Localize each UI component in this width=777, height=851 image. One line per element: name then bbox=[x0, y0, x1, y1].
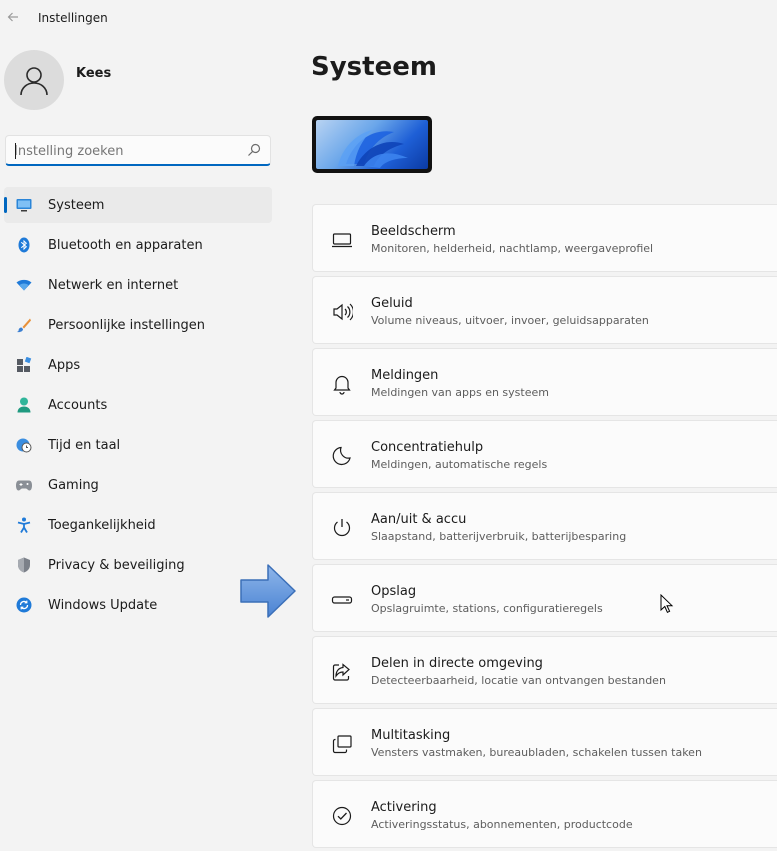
sidebar-nav: Systeem Bluetooth en apparaten Netwerk e… bbox=[4, 187, 272, 627]
sidebar-item-apps[interactable]: Apps bbox=[4, 347, 272, 383]
card-beeldscherm[interactable]: Beeldscherm Monitoren, helderheid, nacht… bbox=[312, 204, 777, 272]
sidebar-item-label: Systeem bbox=[48, 198, 105, 213]
bell-icon bbox=[333, 375, 351, 395]
sidebar-item-windows-update[interactable]: Windows Update bbox=[4, 587, 272, 623]
sidebar-item-label: Privacy & beveiliging bbox=[48, 558, 185, 573]
moon-icon bbox=[332, 446, 351, 466]
card-title: Meldingen bbox=[371, 368, 439, 383]
sidebar-item-label: Gaming bbox=[48, 478, 99, 493]
settings-window: Instellingen Kees Systeem Bluetooth en a… bbox=[0, 0, 777, 851]
card-subtitle: Vensters vastmaken, bureaubladen, schake… bbox=[371, 746, 702, 759]
text-caret bbox=[15, 143, 16, 159]
card-title: Concentratiehulp bbox=[371, 440, 484, 455]
sidebar-item-label: Persoonlijke instellingen bbox=[48, 318, 205, 333]
back-button[interactable] bbox=[4, 8, 22, 26]
settings-card-list: Beeldscherm Monitoren, helderheid, nacht… bbox=[312, 204, 777, 851]
card-subtitle: Meldingen van apps en systeem bbox=[371, 386, 549, 399]
user-profile[interactable]: Kees bbox=[4, 50, 274, 110]
search-input[interactable] bbox=[14, 141, 240, 161]
card-geluid[interactable]: Geluid Volume niveaus, uitvoer, invoer, … bbox=[312, 276, 777, 344]
pointer-arrow-icon bbox=[240, 564, 296, 618]
card-subtitle: Activeringsstatus, abonnementen, product… bbox=[371, 818, 633, 831]
display-icon bbox=[332, 233, 352, 248]
card-subtitle: Detecteerbaarheid, locatie van ontvangen… bbox=[371, 674, 666, 687]
share-icon bbox=[332, 663, 350, 681]
card-title: Activering bbox=[371, 800, 437, 815]
gamepad-icon bbox=[16, 477, 32, 493]
card-subtitle: Opslagruimte, stations, configuratierege… bbox=[371, 602, 603, 615]
avatar bbox=[4, 50, 64, 110]
power-icon bbox=[333, 519, 351, 537]
sidebar-item-label: Netwerk en internet bbox=[48, 278, 179, 293]
monitor-icon bbox=[16, 197, 32, 213]
card-subtitle: Volume niveaus, uitvoer, invoer, geluids… bbox=[371, 314, 649, 327]
sidebar-item-privacy[interactable]: Privacy & beveiliging bbox=[4, 547, 272, 583]
sidebar-item-label: Tijd en taal bbox=[48, 438, 121, 453]
accessibility-icon bbox=[16, 517, 32, 533]
card-opslag[interactable]: Opslag Opslagruimte, stations, configura… bbox=[312, 564, 777, 632]
sidebar-item-bluetooth[interactable]: Bluetooth en apparaten bbox=[4, 227, 272, 263]
card-delen-directe-omgeving[interactable]: Delen in directe omgeving Detecteerbaarh… bbox=[312, 636, 777, 704]
sidebar-item-label: Windows Update bbox=[48, 598, 158, 613]
person-icon bbox=[16, 397, 32, 413]
sidebar-item-persoonlijk[interactable]: Persoonlijke instellingen bbox=[4, 307, 272, 343]
card-multitasking[interactable]: Multitasking Vensters vastmaken, bureaub… bbox=[312, 708, 777, 776]
multitask-icon bbox=[332, 735, 352, 754]
person-placeholder-icon bbox=[20, 67, 48, 96]
card-title: Beeldscherm bbox=[371, 224, 456, 239]
mouse-cursor-icon bbox=[660, 594, 674, 613]
check-circle-icon bbox=[332, 806, 352, 826]
sidebar-item-label: Apps bbox=[48, 358, 81, 373]
sidebar-item-label: Toegankelijkheid bbox=[48, 518, 156, 533]
apps-icon bbox=[16, 357, 32, 373]
card-title: Multitasking bbox=[371, 728, 451, 743]
storage-icon bbox=[331, 596, 353, 604]
card-subtitle: Monitoren, helderheid, nachtlamp, weerga… bbox=[371, 242, 654, 255]
search-box[interactable] bbox=[5, 135, 271, 166]
card-subtitle: Slaapstand, batterijverbruik, batterijbe… bbox=[371, 530, 627, 543]
sidebar-item-systeem[interactable]: Systeem bbox=[4, 187, 272, 223]
card-title: Opslag bbox=[371, 584, 417, 599]
sidebar-item-tijd[interactable]: Tijd en taal bbox=[4, 427, 272, 463]
shield-icon bbox=[16, 557, 32, 573]
bloom-wallpaper-icon bbox=[338, 130, 408, 168]
sidebar-item-toegankelijkheid[interactable]: Toegankelijkheid bbox=[4, 507, 272, 543]
card-aan-uit-accu[interactable]: Aan/uit & accu Slaapstand, batterijverbr… bbox=[312, 492, 777, 560]
card-subtitle: Meldingen, automatische regels bbox=[371, 458, 548, 471]
update-icon bbox=[16, 597, 32, 613]
card-concentratiehulp[interactable]: Concentratiehulp Meldingen, automatische… bbox=[312, 420, 777, 488]
wifi-icon bbox=[16, 277, 32, 293]
bluetooth-icon bbox=[16, 237, 32, 253]
card-title: Aan/uit & accu bbox=[371, 512, 467, 527]
display-preview bbox=[312, 116, 432, 173]
back-arrow-icon bbox=[7, 12, 18, 22]
title-bar: Instellingen bbox=[0, 0, 777, 36]
speaker-icon bbox=[333, 303, 353, 321]
sidebar-item-label: Bluetooth en apparaten bbox=[48, 238, 203, 253]
brush-icon bbox=[16, 317, 32, 333]
card-title: Geluid bbox=[371, 296, 413, 311]
sidebar-item-netwerk[interactable]: Netwerk en internet bbox=[4, 267, 272, 303]
app-title: Instellingen bbox=[38, 11, 108, 25]
card-title: Delen in directe omgeving bbox=[371, 656, 543, 671]
sidebar-item-label: Accounts bbox=[48, 398, 108, 413]
search-icon[interactable] bbox=[247, 143, 261, 157]
card-meldingen[interactable]: Meldingen Meldingen van apps en systeem bbox=[312, 348, 777, 416]
page-title: Systeem bbox=[311, 52, 437, 82]
sidebar-item-accounts[interactable]: Accounts bbox=[4, 387, 272, 423]
globe-clock-icon bbox=[16, 437, 32, 453]
user-name: Kees bbox=[76, 66, 112, 81]
wallpaper-image bbox=[316, 120, 428, 169]
sidebar-item-gaming[interactable]: Gaming bbox=[4, 467, 272, 503]
card-activering[interactable]: Activering Activeringsstatus, abonnement… bbox=[312, 780, 777, 848]
